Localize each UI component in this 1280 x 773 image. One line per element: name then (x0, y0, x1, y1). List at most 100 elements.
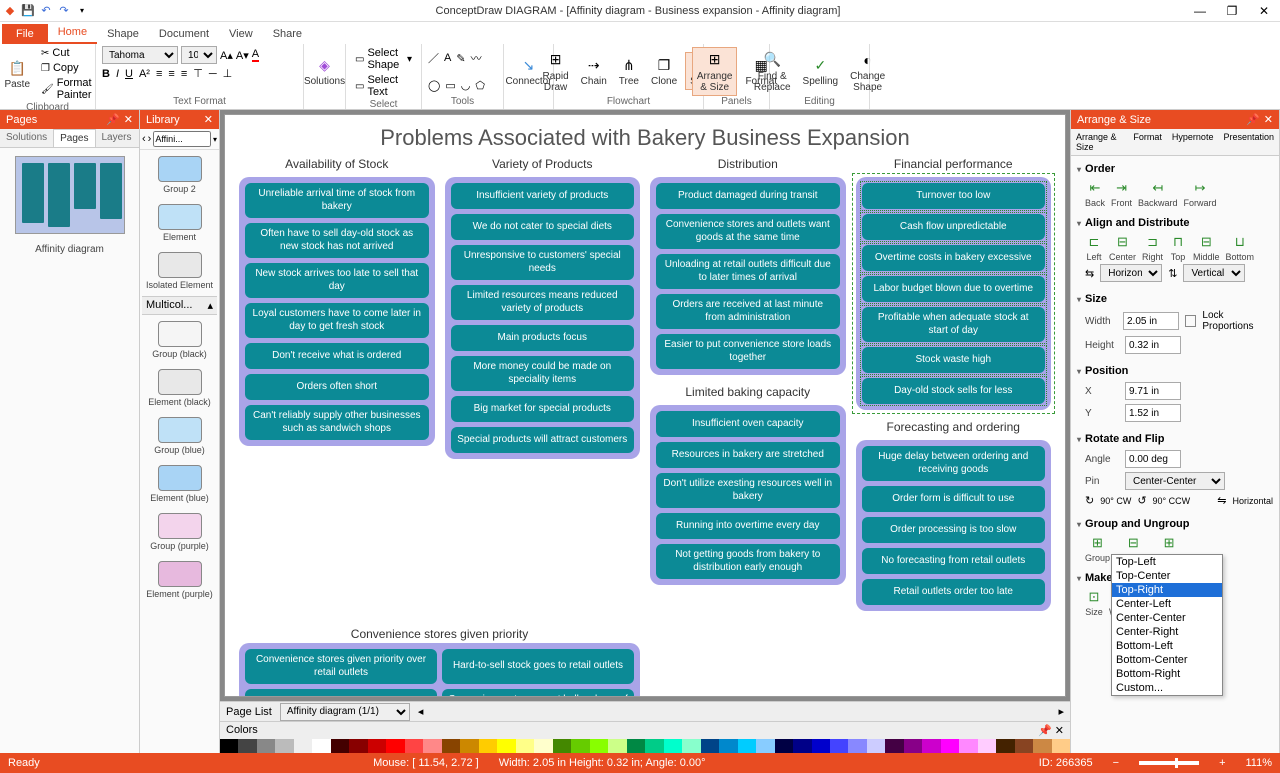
color-swatch[interactable] (516, 739, 534, 753)
color-swatch[interactable] (996, 739, 1014, 753)
library-item[interactable]: Group 2 (146, 152, 214, 198)
affinity-card[interactable]: Not getting goods from bakery to distrib… (656, 544, 840, 579)
dropdown-option[interactable]: Bottom-Center (1112, 653, 1222, 667)
color-swatch[interactable] (812, 739, 830, 753)
dropdown-option[interactable]: Bottom-Left (1112, 639, 1222, 653)
zoom-in-icon[interactable]: + (1219, 757, 1225, 769)
color-swatch[interactable] (1052, 739, 1070, 753)
grow-font-icon[interactable]: A▴ (220, 49, 233, 62)
height-input[interactable] (1125, 336, 1181, 354)
affinity-card[interactable]: Special products will attract customers (451, 427, 635, 453)
group-button[interactable]: ⊞Group (1085, 535, 1110, 563)
affinity-card[interactable]: We do not cater to special diets (451, 214, 635, 240)
affinity-card[interactable]: Often have to sell day-old stock as new … (245, 223, 429, 258)
align-bottom-icon[interactable]: ⊥ (223, 67, 233, 80)
color-swatch[interactable] (885, 739, 903, 753)
color-swatch[interactable] (294, 739, 312, 753)
affinity-card[interactable]: Don't utilize exesting resources well in… (656, 473, 840, 508)
page-list-select[interactable]: Affinity diagram (1/1) (280, 703, 410, 721)
align-right-button[interactable]: ⊐Right (1142, 234, 1163, 262)
save-icon[interactable]: 💾 (20, 3, 36, 19)
color-swatch[interactable] (460, 739, 478, 753)
lock-proportions-checkbox[interactable] (1185, 315, 1196, 327)
align-left-button[interactable]: ⊏Left (1085, 234, 1103, 262)
affinity-group[interactable]: Huge delay between ordering and receivin… (856, 440, 1052, 611)
superscript-icon[interactable]: A² (139, 68, 150, 80)
align-bottom-button[interactable]: ⊔Bottom (1226, 234, 1255, 262)
paste-button[interactable]: 📋Paste (0, 56, 34, 92)
dropdown-option[interactable]: Top-Right (1112, 583, 1222, 597)
maximize-button[interactable]: ❐ (1218, 2, 1246, 20)
order-backward-button[interactable]: ↤Backward (1138, 180, 1178, 208)
affinity-card[interactable]: Profitable when adequate stock at start … (862, 307, 1046, 342)
affinity-card[interactable]: Cash flow unpredictable (862, 214, 1046, 240)
library-item[interactable]: Isolated Element (146, 248, 214, 294)
library-item[interactable]: Group (blue) (146, 413, 214, 459)
color-swatch[interactable] (664, 739, 682, 753)
affinity-group[interactable]: Insufficient oven capacityResources in b… (650, 405, 846, 585)
affinity-card[interactable]: More money could be made on speciality i… (451, 356, 635, 391)
tab-solutions[interactable]: Solutions (0, 129, 53, 147)
color-swatch[interactable] (1015, 739, 1033, 753)
color-swatch[interactable] (442, 739, 460, 753)
color-swatch[interactable] (775, 739, 793, 753)
affinity-card[interactable]: Product damaged during transit (656, 183, 840, 209)
color-swatch[interactable] (312, 739, 330, 753)
color-swatch[interactable] (756, 739, 774, 753)
affinity-card[interactable]: Big market for special products (451, 396, 635, 422)
library-item[interactable]: Group (black) (146, 317, 214, 363)
color-swatch[interactable] (534, 739, 552, 753)
tab-shape[interactable]: Shape (97, 24, 149, 44)
affinity-group[interactable]: Product damaged during transitConvenienc… (650, 177, 846, 375)
affinity-card[interactable]: Running into overtime every day (656, 513, 840, 539)
clone-button[interactable]: ❐Clone (647, 53, 681, 89)
shrink-font-icon[interactable]: A▾ (236, 49, 249, 62)
affinity-card[interactable]: Retail outlets order too late (862, 579, 1046, 605)
lib-menu-icon[interactable]: ▾ (213, 135, 217, 144)
close-panel-icon[interactable]: ✕ (204, 113, 213, 126)
color-swatch[interactable] (571, 739, 589, 753)
close-panel-icon[interactable]: ✕ (1264, 113, 1273, 126)
dropdown-option[interactable]: Top-Left (1112, 555, 1222, 569)
affinity-card[interactable]: Order processing is too slow (862, 517, 1046, 543)
undo-icon[interactable]: ↶ (38, 3, 54, 19)
copy-button[interactable]: ❐ Copy (38, 61, 95, 75)
affinity-card[interactable]: Day-old stock sells for less (862, 378, 1046, 404)
ellipse-tool-icon[interactable]: ◯ (428, 79, 440, 92)
underline-button[interactable]: U (125, 68, 133, 80)
affinity-card[interactable]: Overtime costs in bakery excessive (862, 245, 1046, 271)
align-top-button[interactable]: ⊓Top (1169, 234, 1187, 262)
scroll-right-icon[interactable]: ▸ (1058, 705, 1064, 718)
affinity-card[interactable]: Loyal customers have to come later in da… (245, 303, 429, 338)
dist-v-icon[interactable]: ⇅ (1168, 267, 1177, 280)
font-select[interactable]: Tahoma (102, 46, 178, 64)
select-text-button[interactable]: ▭ Select Text (352, 73, 415, 99)
polygon-tool-icon[interactable]: ⬠ (475, 79, 485, 92)
angle-input[interactable] (1125, 450, 1181, 468)
align-middle-icon[interactable]: ─ (209, 68, 217, 80)
tab-hypernote[interactable]: Hypernote (1167, 129, 1219, 155)
affinity-card[interactable]: Main products focus (451, 325, 635, 351)
library-item[interactable]: Element (146, 200, 214, 246)
close-panel-icon[interactable]: ✕ (124, 113, 133, 126)
zoom-out-icon[interactable]: − (1113, 757, 1119, 769)
affinity-card[interactable]: No forecasting from retail outlets (862, 548, 1046, 574)
affinity-card[interactable]: Limited resources means reduced variety … (451, 285, 635, 320)
dist-v-select[interactable]: Vertical (1183, 264, 1245, 282)
affinity-group[interactable]: Unreliable arrival time of stock from ba… (239, 177, 435, 446)
library-item[interactable]: Group (purple) (146, 509, 214, 555)
dropdown-option[interactable]: Bottom-Right (1112, 667, 1222, 681)
affinity-group[interactable]: Turnover too low Cash flow unpredictable O… (856, 177, 1052, 410)
color-swatch[interactable] (959, 739, 977, 753)
affinity-group[interactable]: Convenience stores given priority over r… (239, 643, 640, 697)
affinity-card[interactable]: Turnover too low (862, 183, 1046, 209)
arrange-size-button[interactable]: ⊞Arrange & Size (692, 47, 738, 96)
color-swatch[interactable] (922, 739, 940, 753)
affinity-card[interactable]: Labor budget blown due to overtime (862, 276, 1046, 302)
tab-view[interactable]: View (219, 24, 263, 44)
affinity-card[interactable]: Hard-to-sell stock goes to retail outlet… (442, 649, 634, 684)
dropdown-option[interactable]: Top-Center (1112, 569, 1222, 583)
affinity-card[interactable]: Resources in bakery are stretched (656, 442, 840, 468)
lib-prev-icon[interactable]: ‹ (142, 133, 146, 145)
affinity-card[interactable]: Unloading at retail outlets difficult du… (656, 254, 840, 289)
